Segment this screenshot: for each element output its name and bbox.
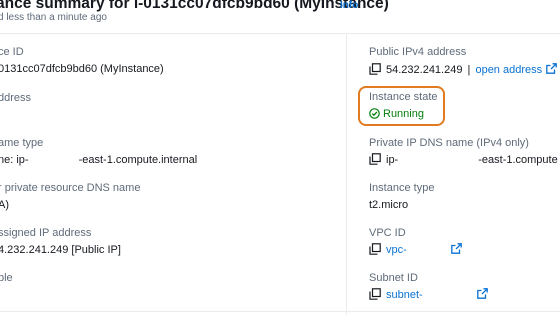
copy-icon[interactable] <box>369 243 381 255</box>
private-dns-suffix: -east-1.compute <box>478 154 558 166</box>
redacted-block <box>422 288 473 300</box>
vpc-id-label: VPC ID <box>369 227 406 239</box>
copy-icon[interactable] <box>369 153 381 165</box>
instance-state-label: Instance state <box>369 91 438 103</box>
info-link[interactable]: Info <box>340 0 358 11</box>
hostname-type-value: ne: ip- -east-1.compute.internal <box>0 153 197 166</box>
auto-assigned-ip-label: ssigned IP address <box>0 227 92 239</box>
hostname-suffix: -east-1.compute.internal <box>78 154 198 166</box>
resource-dns-label: r private resource DNS name <box>0 182 141 194</box>
instance-type-label: Instance type <box>369 182 435 194</box>
instance-state-status: Running <box>369 108 424 120</box>
external-link-icon[interactable] <box>476 288 488 299</box>
instance-type-value: t2.micro <box>369 199 409 211</box>
bottom-divider <box>0 311 560 312</box>
instance-state-value: Running <box>383 108 424 120</box>
copy-icon[interactable] <box>369 63 381 75</box>
private-dns-row: ip- -east-1.compute <box>369 153 558 166</box>
redacted-block <box>398 153 479 165</box>
vpc-id-link[interactable]: vpc- <box>386 244 407 256</box>
header-divider <box>0 33 560 34</box>
check-circle-icon <box>369 108 380 119</box>
public-ipv4-value: 54.232.241.249 <box>386 64 463 76</box>
external-link-icon[interactable] <box>450 243 462 254</box>
public-ipv4-row: 54.232.241.249 | open address <box>369 63 557 76</box>
ipv6-address-label: ddress <box>0 92 32 104</box>
iam-role-label: ble <box>0 272 13 284</box>
private-dns-prefix: ip- <box>386 154 399 166</box>
separator: | <box>467 64 471 76</box>
hostname-type-label: ame type <box>0 137 44 149</box>
redacted-block <box>406 243 447 255</box>
private-dns-label: Private IP DNS name (IPv4 only) <box>369 137 529 149</box>
auto-assigned-ip-value: 4.232.241.249 [Public IP] <box>0 244 121 256</box>
copy-icon[interactable] <box>369 288 381 300</box>
instance-id-label: ce ID <box>0 46 24 58</box>
subnet-id-row: subnet- <box>369 288 488 301</box>
last-updated-text: d less than a minute ago <box>0 12 107 23</box>
resource-dns-value: A) <box>0 199 9 211</box>
open-address-link[interactable]: open address <box>475 64 542 76</box>
page-header: ance summary for i-0131cc07dfcb9bd60 (My… <box>0 0 560 36</box>
redacted-block <box>28 153 79 165</box>
hostname-prefix: ne: ip- <box>0 154 29 166</box>
public-ipv4-label: Public IPv4 address <box>369 46 467 58</box>
external-link-icon[interactable] <box>546 63 557 74</box>
column-divider <box>346 34 347 315</box>
vpc-id-row: vpc- <box>369 243 462 256</box>
subnet-id-label: Subnet ID <box>369 272 418 284</box>
subnet-id-link[interactable]: subnet- <box>386 289 423 301</box>
instance-id-value: 0131cc07dfcb9bd60 (MyInstance) <box>0 63 164 75</box>
